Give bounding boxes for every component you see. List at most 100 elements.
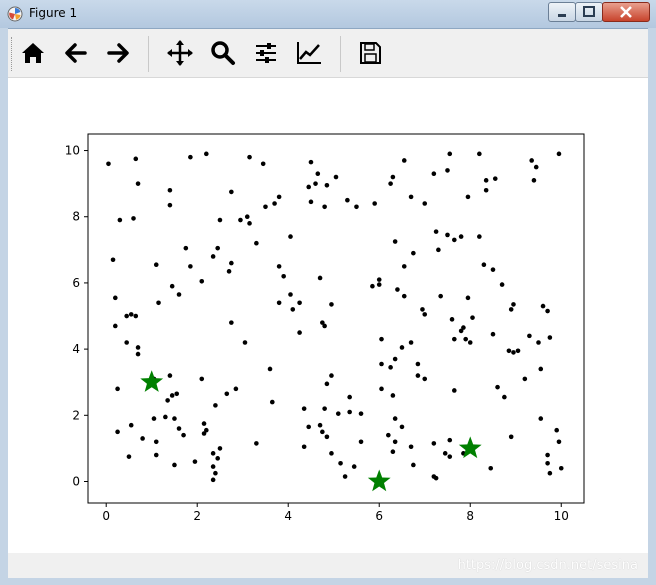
data-point — [113, 323, 118, 329]
data-point — [167, 187, 173, 193]
data-point — [281, 274, 286, 279]
data-point — [115, 386, 120, 392]
figure-canvas[interactable]: 0 2 4 6 8 10 0 2 4 6 8 10 — [8, 78, 648, 552]
title-bar[interactable]: Figure 1 — [0, 0, 656, 29]
navigation-toolbar — [8, 29, 648, 78]
data-point — [442, 451, 448, 456]
data-point — [322, 323, 327, 329]
data-point — [392, 439, 398, 445]
x-tick-label: 6 — [375, 509, 383, 523]
data-point — [167, 202, 173, 208]
toolbar-separator — [148, 36, 149, 72]
maximize-icon — [583, 6, 595, 17]
data-point — [176, 426, 182, 431]
data-point — [392, 239, 398, 244]
arrow-left-icon[interactable] — [61, 38, 91, 68]
data-point — [447, 437, 453, 443]
data-point — [329, 373, 334, 378]
close-button[interactable] — [602, 2, 650, 22]
maximize-button[interactable] — [575, 2, 603, 22]
data-point — [269, 399, 275, 405]
data-point — [260, 161, 266, 167]
data-point — [392, 356, 398, 362]
magnifier-icon[interactable] — [208, 38, 238, 68]
status-bar: https://blog.csdn.net/sesina — [8, 553, 648, 578]
data-point — [422, 201, 428, 206]
data-point — [106, 161, 111, 167]
y-tick-label: 4 — [72, 342, 80, 356]
data-point — [401, 293, 407, 299]
matplotlib-logo-icon — [7, 6, 23, 22]
data-point — [213, 403, 218, 408]
data-point — [201, 421, 207, 426]
home-icon[interactable] — [18, 38, 48, 68]
data-point — [224, 391, 230, 397]
data-point — [128, 312, 134, 317]
data-point — [226, 269, 232, 274]
chart-line-icon[interactable] — [294, 38, 324, 68]
data-point — [131, 216, 136, 221]
data-point — [415, 361, 421, 367]
data-point — [242, 340, 248, 345]
data-point — [347, 409, 352, 415]
data-point — [556, 439, 562, 445]
window-frame-right — [648, 28, 656, 585]
data-point — [238, 217, 243, 223]
data-point — [540, 303, 546, 309]
figure-window: Figure 1 0 2 4 6 8 10 0 2 4 6 8 10 https… — [0, 0, 656, 585]
data-point — [320, 429, 325, 435]
data-point — [390, 174, 396, 180]
data-point — [128, 422, 134, 428]
data-point — [547, 470, 553, 476]
minimize-button[interactable] — [548, 2, 576, 22]
move-icon[interactable] — [165, 38, 195, 68]
data-point — [490, 267, 496, 272]
data-point — [199, 376, 205, 382]
data-point — [452, 388, 457, 393]
data-point — [153, 439, 159, 445]
data-point — [390, 393, 396, 398]
data-point — [547, 335, 553, 340]
data-point — [217, 217, 223, 223]
data-point — [395, 287, 400, 292]
data-point — [338, 460, 343, 466]
x-tick-label: 0 — [102, 509, 110, 523]
data-point — [315, 171, 321, 177]
scatter-plot: 0 2 4 6 8 10 0 2 4 6 8 10 — [65, 133, 585, 523]
y-tick-label: 0 — [72, 474, 80, 488]
data-point — [438, 293, 443, 299]
data-point — [458, 234, 464, 239]
data-point — [210, 254, 216, 259]
data-point — [288, 234, 293, 239]
data-point — [495, 384, 500, 390]
data-point — [447, 454, 453, 459]
toolbar-grip[interactable] — [11, 37, 14, 71]
data-point — [431, 441, 437, 446]
data-point — [176, 292, 182, 297]
data-point — [322, 406, 327, 411]
x-tick-label: 2 — [193, 509, 201, 523]
data-point — [324, 381, 330, 387]
data-point — [379, 386, 384, 392]
data-point — [545, 452, 550, 458]
data-point — [329, 451, 334, 456]
sliders-icon[interactable] — [251, 38, 281, 68]
x-tick-label: 4 — [284, 509, 292, 523]
data-point — [183, 245, 189, 251]
data-point — [156, 300, 161, 306]
y-axis: 0 2 4 6 8 10 — [65, 144, 88, 488]
data-point — [376, 277, 382, 282]
data-point — [306, 424, 311, 430]
data-point — [431, 171, 437, 177]
data-point — [215, 456, 220, 461]
data-point — [536, 340, 541, 345]
floppy-disk-icon[interactable] — [355, 38, 385, 68]
data-point — [538, 416, 544, 421]
data-point — [545, 460, 550, 466]
data-point — [433, 475, 439, 481]
data-point — [452, 336, 457, 342]
data-point — [399, 424, 405, 430]
watermark-text: https://blog.csdn.net/sesina — [457, 558, 638, 573]
arrow-right-icon[interactable] — [103, 38, 133, 68]
data-point — [210, 477, 216, 483]
